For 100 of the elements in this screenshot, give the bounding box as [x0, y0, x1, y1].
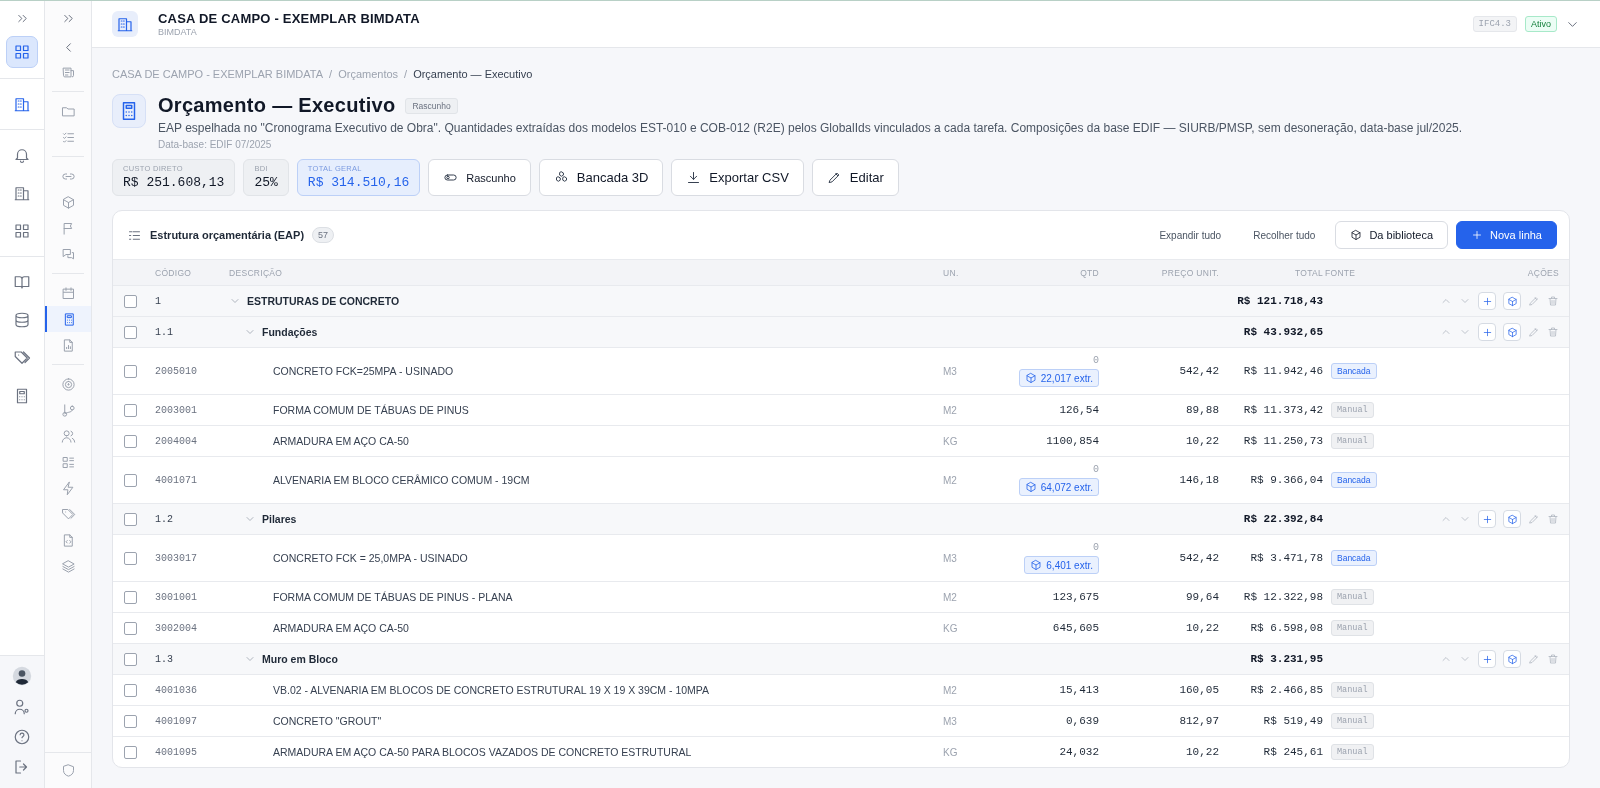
unit-price-cell-text: 160,05 [1178, 684, 1219, 696]
cube-icon [1506, 295, 1518, 307]
row-checkbox[interactable] [124, 294, 137, 308]
total-cell-text: R$ 11.942,46 [1242, 365, 1323, 377]
code-cell-text: 2005010 [155, 365, 198, 377]
expand-all-button[interactable]: Expandir tudo [1147, 229, 1234, 241]
budget-title: Orçamento — Executivo [158, 94, 396, 117]
database-label: Data-base: EDIF 07/2025 [158, 139, 273, 150]
description-cell: ALVENARIA EM BLOCO CERÂMICO COMUM - 19CM [273, 474, 530, 486]
add-row-button[interactable] [1478, 510, 1496, 528]
source-tag: Manual [1331, 402, 1374, 418]
row-checkbox[interactable] [124, 325, 137, 339]
download-icon [686, 170, 702, 185]
unit-cell-text: M3 [943, 365, 958, 377]
add-row-button[interactable] [1478, 323, 1496, 341]
quantity-cell: 0 [1093, 542, 1099, 553]
code-cell-text: 3001001 [155, 591, 198, 603]
model-link-button[interactable] [1503, 650, 1521, 668]
edit-icon[interactable] [1528, 653, 1540, 665]
column-header: UN. [943, 267, 960, 278]
plus-icon [1481, 326, 1493, 338]
unit-price-cell-text: 10,22 [1185, 746, 1219, 758]
unit-cell-text: M2 [943, 591, 958, 603]
action-button[interactable]: Editar [811, 159, 899, 196]
description-cell: ARMADURA EM AÇO CA-50 [273, 435, 409, 447]
delete-icon[interactable] [1547, 653, 1559, 665]
total-cell-text: R$ 11.250,73 [1242, 435, 1323, 447]
code-cell-text: 4001095 [155, 746, 198, 758]
breadcrumb-separator: / [404, 68, 408, 80]
row-checkbox[interactable] [124, 512, 137, 526]
description-cell: CONCRETO "GROUT" [273, 715, 382, 727]
model-link-button[interactable] [1503, 323, 1521, 341]
add-row-button[interactable] [1478, 292, 1496, 310]
dashboard-icon[interactable] [6, 36, 38, 68]
action-button[interactable]: Bancada 3D [538, 159, 664, 196]
column-header: PREÇO UNIT. [1160, 267, 1219, 278]
project-subtitle: BIMDATA [158, 27, 198, 37]
quantity-cell: 0,639 [1066, 715, 1099, 727]
delete-icon[interactable] [1547, 513, 1559, 525]
row-checkbox[interactable] [124, 590, 137, 604]
code-cell-text: 4001097 [155, 715, 198, 727]
extraction-badge: 6,401 extr. [1024, 556, 1099, 574]
unit-cell-text: M2 [943, 684, 958, 696]
avatar[interactable] [12, 666, 32, 686]
row-checkbox[interactable] [124, 403, 137, 417]
row-checkbox[interactable] [124, 434, 137, 448]
column-header: CÓDIGO [155, 267, 193, 278]
collapse-all-button[interactable]: Recolher tudo [1241, 229, 1328, 241]
delete-icon[interactable] [1547, 326, 1559, 338]
column-header: QTD [1079, 267, 1099, 278]
edit-icon[interactable] [1528, 513, 1540, 525]
group-name: Muro em Bloco [262, 653, 338, 665]
add-row-button[interactable] [1478, 650, 1496, 668]
pencil-icon [826, 170, 842, 185]
row-checkbox[interactable] [124, 652, 137, 666]
extraction-badge: 22,017 extr. [1018, 369, 1099, 387]
shield-icon[interactable] [60, 763, 76, 778]
format-tag: IFC4.3 [1472, 16, 1517, 32]
description-cell: CONCRETO FCK = 25,0MPA - USINADO [273, 552, 468, 564]
cube-icon [1506, 326, 1518, 338]
new-line-button[interactable]: Nova linha [1456, 221, 1557, 249]
unit-price-cell-text: 99,64 [1185, 591, 1219, 603]
row-checkbox[interactable] [124, 621, 137, 635]
user-settings-icon[interactable] [13, 698, 31, 716]
plus-icon [1481, 295, 1493, 307]
row-checkbox[interactable] [124, 473, 137, 487]
stat-value: 25% [254, 175, 278, 190]
description-cell: ARMADURA EM AÇO CA-50 PARA BLOCOS VAZADOS DE CONCRETO ESTRUTURAL [273, 746, 692, 758]
code-cell-text: 1 [155, 295, 162, 307]
row-checkbox[interactable] [124, 745, 137, 759]
row-checkbox[interactable] [124, 714, 137, 728]
row-checkbox[interactable] [124, 551, 137, 565]
plus-icon [1471, 229, 1483, 241]
edit-icon[interactable] [1528, 295, 1540, 307]
action-button[interactable]: Rascunho [428, 159, 531, 196]
source-tag: Bancada [1331, 472, 1377, 488]
unit-cell-text: KG [943, 435, 959, 447]
model-link-button[interactable] [1503, 510, 1521, 528]
total-cell-text: R$ 6.598,08 [1249, 622, 1323, 634]
action-button[interactable]: Exportar CSV [671, 159, 804, 196]
code-cell-text: 1.1 [155, 326, 174, 338]
group-name: ESTRUTURAS DE CONCRETO [247, 295, 400, 307]
unit-price-cell-text: 10,22 [1185, 622, 1219, 634]
edit-icon[interactable] [1528, 326, 1540, 338]
library-button[interactable]: Da biblioteca [1335, 221, 1448, 249]
group-name: Pilares [262, 513, 297, 525]
calculator-icon[interactable] [45, 306, 91, 332]
code-cell-text: 2003001 [155, 404, 198, 416]
budget-logo [112, 94, 146, 128]
source-tag: Manual [1331, 620, 1374, 636]
column-header: DESCRIÇÃO [229, 267, 284, 278]
row-checkbox[interactable] [124, 364, 137, 378]
row-checkbox[interactable] [124, 683, 137, 697]
stat-value: R$ 314.510,16 [307, 175, 410, 190]
delete-icon[interactable] [1547, 295, 1559, 307]
help-icon[interactable] [13, 728, 31, 746]
unit-cell-text: M3 [943, 552, 958, 564]
table-title: Estrutura orçamentária (EAP) [150, 229, 305, 241]
total-cell-text: R$ 3.471,78 [1249, 552, 1323, 564]
model-link-button[interactable] [1503, 292, 1521, 310]
